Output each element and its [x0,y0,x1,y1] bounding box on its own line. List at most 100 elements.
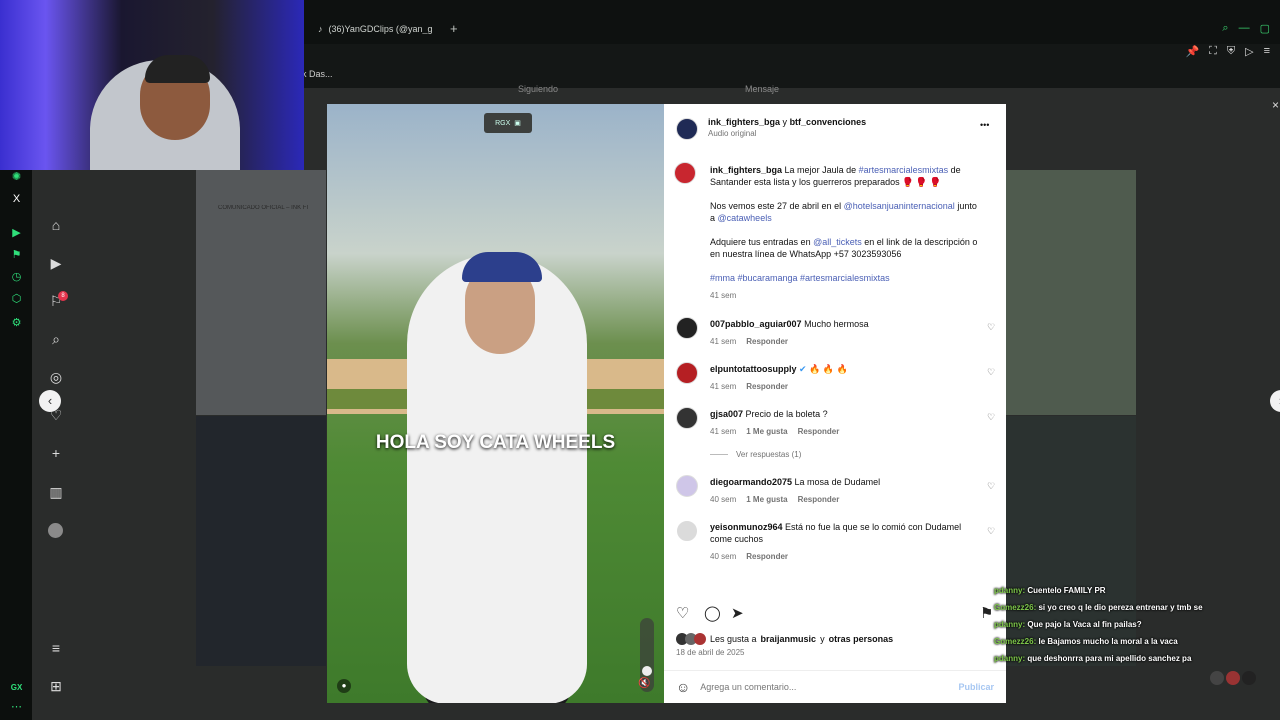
chat-message: Gomezz26: le Bajamos mucho la moral a la… [994,637,1234,646]
stats-icon[interactable]: ▥ [47,484,65,502]
gx-logo[interactable]: GX [9,680,24,695]
publish-button[interactable]: Publicar [958,682,994,692]
share-icon[interactable]: ➤ [731,604,744,622]
caption-avatar[interactable] [674,162,696,184]
webcam-overlay [0,0,304,170]
comment-composer: ☺ Agrega un comentario... Publicar [664,670,1006,703]
caption-mention-2[interactable]: @catawheels [718,213,772,223]
prev-arrow-icon[interactable]: ‹ [39,390,61,412]
comment-user[interactable]: elpuntotattoosupply [710,364,797,374]
emoji-icon[interactable]: ☺ [676,679,690,695]
bookmark-icon[interactable]: ⚑ [980,604,993,622]
caption-hashtag-1[interactable]: #artesmarcialesmixtas [859,165,949,175]
like-comment-icon[interactable]: ♡ [987,322,995,333]
home-icon[interactable]: ⌂ [47,217,65,235]
window-controls: ⌕ — ▢ [1222,22,1270,35]
comment-avatar[interactable] [676,520,698,542]
menu-icon[interactable]: ≡ [1264,45,1270,58]
comment-user[interactable]: diegoarmando2075 [710,477,792,487]
search-icon[interactable]: ⌕ [1222,22,1228,35]
profile-avatar[interactable] [48,523,63,538]
comment-time: 41 sem [710,427,737,436]
likes-others[interactable]: otras personas [829,633,894,645]
comment-avatar[interactable] [676,362,698,384]
x-icon[interactable]: X [9,192,24,207]
close-icon[interactable]: × [1272,98,1279,112]
background-document-thumbnail: COMUNICADO OFICIAL – INK FI [196,170,326,415]
watermark-logo-icon: ▣ [514,120,521,127]
caption-mention-1[interactable]: @hotelsanjuaninternacional [844,201,955,211]
reply-button[interactable]: Responder [798,426,840,438]
like-icon[interactable]: ♡ [676,604,689,622]
reply-button[interactable]: Responder [746,381,788,393]
header-avatar[interactable] [676,118,698,140]
comment-user[interactable]: gjsa007 [710,409,743,419]
chat-message: pdanny: que deshonrra para mi apellido s… [994,654,1234,663]
comment-likes[interactable]: 1 Me gusta [746,426,787,438]
header-audio[interactable]: Audio original [708,128,866,140]
comment-time: 41 sem [710,337,737,346]
mute-icon[interactable]: 🔇 [638,678,650,689]
gx-pin-icon[interactable]: ⚑ [9,248,24,263]
like-comment-icon[interactable]: ♡ [987,367,995,378]
search-icon[interactable]: ⌕ [47,331,65,349]
more-options-icon[interactable]: ••• [980,120,989,130]
like-comment-icon[interactable]: ♡ [987,481,995,492]
like-comment-icon[interactable]: ♡ [987,412,995,423]
caption-mention-3[interactable]: @all_tickets [813,237,862,247]
reply-button[interactable]: Responder [798,494,840,506]
snapshot-icon[interactable]: ⛶ [1209,45,1217,58]
like-comment-icon[interactable]: ♡ [987,526,995,537]
new-tab-button[interactable]: + [450,21,458,36]
view-replies-button[interactable]: Ver respuestas (1) [710,450,801,459]
comment-user[interactable]: 007pabblo_aguiar007 [710,319,802,329]
gx-clock-icon[interactable]: ◷ [9,270,24,285]
reel-video[interactable] [327,104,664,703]
liker-avatars [676,633,706,645]
header-user2[interactable]: btf_convenciones [790,117,867,127]
streamer-cap [145,55,210,83]
bookmark-label[interactable]: k Das... [302,69,333,79]
gx-more-icon[interactable]: ⋯ [9,700,24,715]
comment-input[interactable]: Agrega un comentario... [700,682,948,692]
comment-avatar[interactable] [676,407,698,429]
caption-user[interactable]: ink_fighters_bga [710,165,782,175]
caption-hashtags[interactable]: #mma #bucaramanga #artesmarcialesmixtas [710,272,980,284]
watermark-text: RGX [495,119,511,127]
comment-text: Precio de la boleta ? [745,409,828,419]
likes-suffix: y [820,634,825,644]
reply-button[interactable]: Responder [746,336,788,348]
tagged-people-icon[interactable]: ● [337,679,351,693]
view-replies-label: Ver respuestas (1) [736,450,802,459]
header-joiner: y [782,117,788,127]
behind-page-tabs: Siguiendo Mensaje [500,84,900,98]
plus-icon[interactable]: + [47,445,65,463]
header-user[interactable]: ink_fighters_bga [708,117,780,127]
video-caption: HOLA SOY CATA WHEELS [375,432,616,453]
pin-icon[interactable]: 📌 [1185,45,1199,58]
apps-icon[interactable]: ⊞ [47,678,65,696]
reply-button[interactable]: Responder [746,551,788,563]
minimize-icon[interactable]: — [1239,22,1250,35]
hamburger-icon[interactable]: ≡ [47,640,65,658]
comment-avatar[interactable] [676,317,698,339]
volume-knob[interactable] [642,666,652,676]
comment-icon[interactable]: ◯ [704,604,721,622]
comment-likes[interactable]: 1 Me gusta [746,494,787,506]
gx-settings-icon[interactable]: ⚙ [9,316,24,331]
chatgpt-icon[interactable]: ✺ [9,170,24,185]
comment-user[interactable]: yeisonmunoz964 [710,522,783,532]
comment-avatar[interactable] [676,475,698,497]
gx-cube-icon[interactable]: ⬡ [9,292,24,307]
explore-icon[interactable]: ▶ [47,255,65,273]
compass-icon[interactable]: ◎ [47,369,65,387]
play-icon[interactable]: ▷ [1245,45,1253,58]
background-video-thumbnail [196,416,326,666]
browser-tab[interactable]: ♪ (36)YanGDClips (@yan_g [318,18,458,40]
maximize-icon[interactable]: ▢ [1260,22,1270,35]
caption-text-1a: La mejor Jaula de [784,165,857,175]
shield-icon[interactable]: ⛨ [1227,45,1235,58]
gx-play-icon[interactable]: ▶ [9,226,24,241]
likes-user[interactable]: braijanmusic [761,633,817,645]
chat-user: pdanny: [994,620,1026,629]
